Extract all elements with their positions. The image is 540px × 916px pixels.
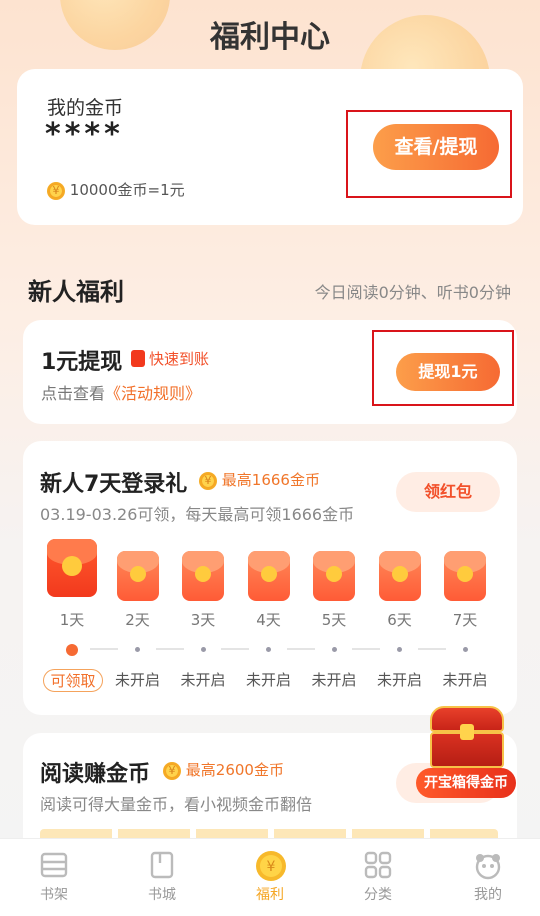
coins-amount-masked: **** [45, 117, 124, 152]
red-envelope-day-3-icon [182, 551, 224, 601]
bookshelf-icon [39, 850, 69, 880]
exchange-rate: ¥ 10000金币=1元 [47, 179, 185, 200]
day-label: 5天 [321, 611, 347, 629]
progress-dash [155, 648, 184, 650]
coin-dot [391, 566, 408, 582]
day-label: 2天 [125, 611, 150, 629]
claim-red-packet-button[interactable]: 领红包 [396, 472, 500, 512]
coin-dot [457, 566, 473, 582]
day-progress-dot [266, 647, 271, 652]
nav-label: 书架 [40, 887, 68, 903]
red-envelope-day-7-icon [444, 551, 486, 601]
rules-hint-text: 点击查看 [41, 384, 106, 403]
coin-dot [326, 566, 342, 582]
category-grid-icon [363, 850, 393, 880]
yuan-coin-icon: ¥ [255, 850, 286, 881]
treasure-chest-icon [430, 706, 504, 768]
coin-dot [62, 556, 82, 576]
coin-icon: ¥ [163, 761, 181, 780]
coin-icon: ¥ [47, 181, 65, 200]
nav-item-yuan-coin[interactable]: ¥ 福利 [230, 850, 310, 904]
day-progress-dot [397, 647, 402, 652]
coin-dot [195, 566, 211, 582]
day-progress-dot [200, 647, 206, 652]
current-day-dot [66, 644, 78, 656]
day-label: 7天 [452, 611, 478, 629]
red-envelope-day-1-icon[interactable] [47, 539, 97, 597]
nav-item-panda-profile[interactable]: 我的 [448, 850, 528, 904]
progress-dash [221, 648, 249, 650]
nav-label: 我的 [474, 887, 502, 903]
day-status: 未开启 [180, 671, 226, 689]
today-stats: 今日阅读0分钟、听书0分钟 [314, 283, 511, 302]
newbie-section-title: 新人福利 [28, 278, 124, 306]
day-label: 3天 [190, 611, 216, 629]
page-title: 福利中心 [210, 20, 330, 55]
day-label: 6天 [387, 611, 412, 629]
progress-dash [286, 648, 315, 650]
nav-item-bookshelf[interactable]: 书架 [14, 850, 94, 904]
red-envelope-day-4-icon [247, 551, 290, 601]
login-gift-desc: 03.19-03.26可领，每天最高可领1666金币 [40, 505, 355, 524]
nav-label: 福利 [256, 887, 284, 903]
day-status: 未开启 [311, 671, 357, 689]
exchange-rate-text: 10000金币=1元 [69, 181, 185, 199]
day-progress-dot [462, 647, 468, 652]
highlight-box-withdraw [372, 330, 514, 406]
read-earn-desc: 阅读可得大量金币，看小视频金币翻倍 [40, 795, 313, 814]
progress-dash [352, 648, 380, 650]
nav-item-bookstore[interactable]: 书城 [122, 850, 202, 904]
login-max-text: 最高1666金币 [221, 471, 320, 489]
nav-item-category-grid[interactable]: 分类 [338, 850, 418, 904]
progress-dash [90, 648, 118, 650]
day-progress-dot [331, 647, 337, 652]
day-progress-dot [135, 647, 140, 652]
nav-label: 书城 [148, 887, 176, 903]
red-envelope-small-icon [131, 350, 145, 367]
nav-label: 分类 [364, 887, 392, 903]
treasure-chest-label: 开宝箱得金币 [416, 768, 516, 798]
login-gift-title: 新人7天登录礼 [40, 472, 188, 497]
panda-profile-icon [473, 850, 503, 880]
fast-arrival-text: 快速到账 [149, 350, 210, 368]
day-status: 未开启 [376, 671, 422, 689]
seven-day-login-card: 新人7天登录礼 ¥ 最高1666金币 03.19-03.26可领，每天最高可领1… [23, 441, 517, 715]
progress-dash [417, 648, 446, 650]
bookstore-icon [147, 850, 177, 880]
my-coins-label: 我的金币 [47, 97, 124, 119]
coin-dot [260, 566, 277, 582]
treasure-chest-widget[interactable]: 开宝箱得金币 [416, 704, 516, 800]
red-envelope-day-6-icon [378, 551, 421, 601]
svg-text:¥: ¥ [267, 859, 276, 875]
read-max-text: 最高2600金币 [185, 761, 284, 779]
fast-arrival-badge: 快速到账 [131, 348, 209, 369]
withdraw-title: 1元提现 [41, 350, 123, 375]
coin-icon: ¥ [199, 471, 217, 490]
day-status[interactable]: 可领取 [43, 669, 103, 692]
day-label: 4天 [256, 611, 281, 629]
activity-rules-link[interactable]: 《活动规则》 [105, 384, 201, 403]
day-status: 未开启 [442, 671, 488, 689]
red-envelope-day-5-icon [313, 551, 355, 601]
coin-dot [129, 566, 146, 582]
red-envelope-day-2-icon [116, 551, 159, 601]
read-max-badge: ¥ 最高2600金币 [163, 759, 284, 780]
day-label: 1天 [59, 611, 85, 629]
read-earn-title: 阅读赚金币 [40, 762, 151, 787]
day-status: 未开启 [114, 671, 160, 689]
day-status: 未开启 [245, 671, 291, 689]
login-max-badge: ¥ 最高1666金币 [199, 469, 320, 490]
highlight-box-view-withdraw [346, 110, 512, 198]
rules-hint: 点击查看《活动规则》 [41, 380, 201, 404]
